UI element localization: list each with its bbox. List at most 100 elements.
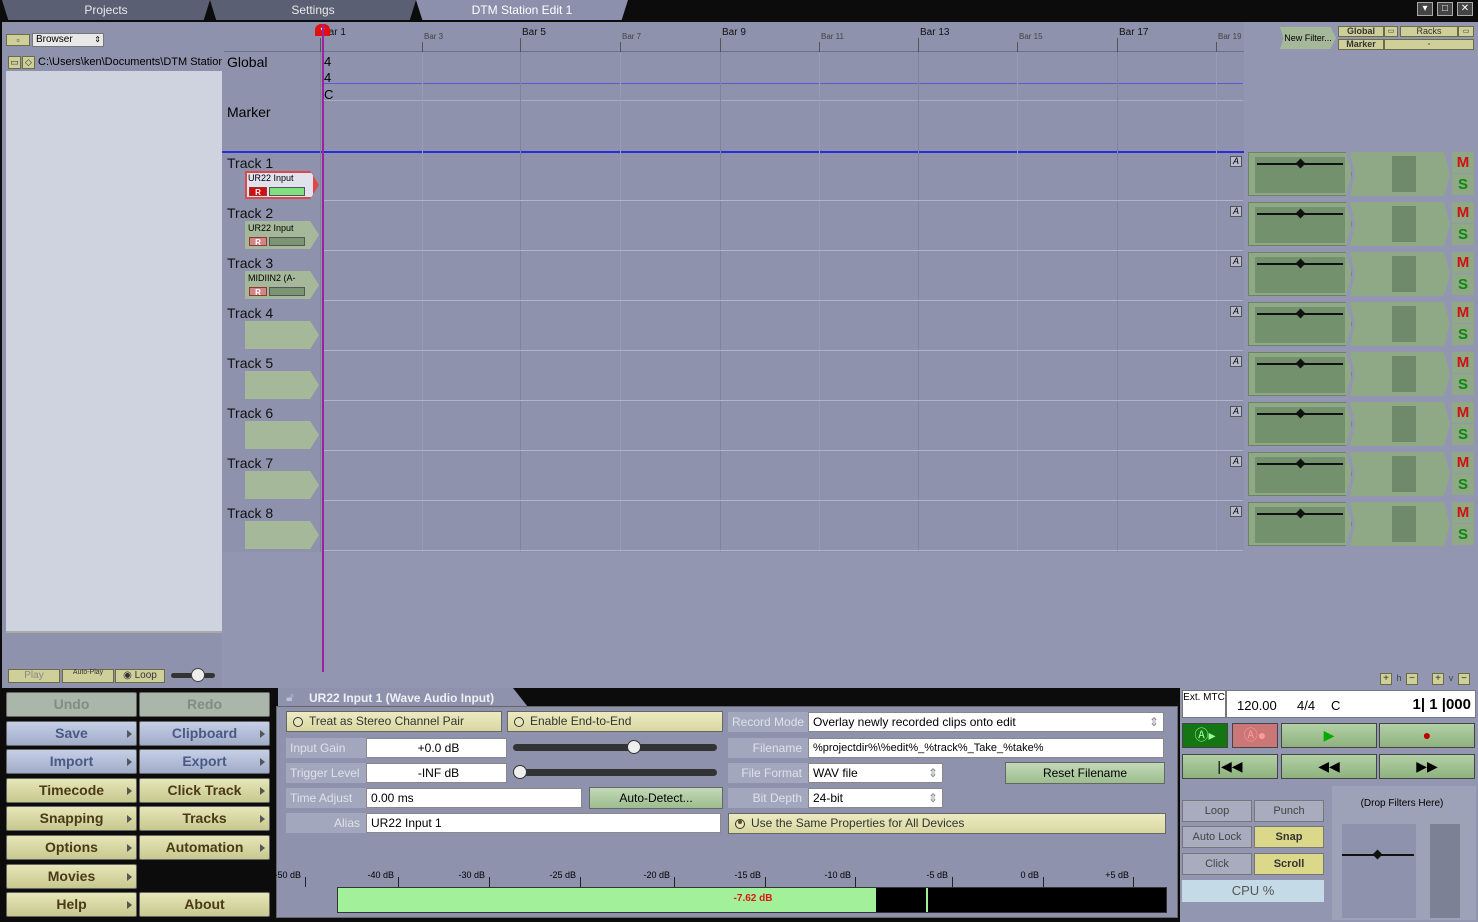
master-fader[interactable]	[1342, 824, 1416, 918]
input-gain-slider[interactable]	[513, 744, 717, 751]
volume-fader[interactable]	[1248, 202, 1352, 246]
browser-file-list[interactable]	[6, 71, 222, 631]
loop-toggle-button[interactable]: Loop	[1182, 800, 1252, 822]
rewind-to-start-icon[interactable]: |◀◀	[1182, 754, 1278, 779]
minimize-icon[interactable]: ▾	[1417, 2, 1433, 16]
redo-button[interactable]: Redo	[139, 692, 270, 717]
height-minus-button[interactable]: −	[1406, 673, 1418, 685]
file-format-select[interactable]: WAV file ⇕	[808, 763, 943, 783]
punch-toggle-button[interactable]: Punch	[1254, 800, 1324, 822]
track-input-selector[interactable]	[245, 471, 319, 499]
auto-lock-button[interactable]: Auto Lock	[1182, 826, 1252, 848]
solo-button[interactable]: S	[1452, 224, 1474, 245]
solo-button[interactable]: S	[1452, 174, 1474, 195]
mute-button[interactable]: M	[1452, 152, 1474, 173]
about-button[interactable]: About	[139, 892, 270, 918]
filename-field[interactable]: %projectdir%\%edit%_%track%_Take_%take%	[808, 738, 1164, 758]
new-filter-button[interactable]: New Filter...	[1280, 27, 1336, 49]
auto-detect-button[interactable]: Auto-Detect...	[589, 787, 723, 809]
track-name[interactable]: Track 1	[227, 155, 273, 171]
mute-button[interactable]: M	[1452, 502, 1474, 523]
empty-track-area[interactable]	[222, 552, 1478, 688]
playhead-line[interactable]	[322, 24, 324, 672]
import-button[interactable]: Import	[6, 749, 137, 775]
time-adjust-field[interactable]: 0.00 ms	[366, 788, 582, 808]
help-button[interactable]: Help	[6, 892, 137, 918]
trigger-level-knob[interactable]	[513, 765, 527, 779]
save-button[interactable]: Save	[6, 720, 137, 746]
solo-button[interactable]: S	[1452, 474, 1474, 495]
track-name[interactable]: Track 7	[227, 455, 273, 471]
timesig-display[interactable]: 4/4	[1297, 698, 1315, 713]
automation-icon[interactable]: A	[1230, 206, 1242, 217]
alias-field[interactable]: UR22 Input 1	[366, 813, 721, 833]
pan-control[interactable]	[1350, 152, 1450, 196]
automation-icon[interactable]: A	[1230, 256, 1242, 267]
same-properties-checkbox[interactable]: Use the Same Properties for All Devices	[728, 813, 1166, 834]
automation-button[interactable]: Automation	[139, 835, 270, 860]
browser-dropdown[interactable]: Browser ⇕	[32, 33, 104, 47]
tracks-button[interactable]: Tracks	[139, 806, 270, 832]
track-name[interactable]: Track 2	[227, 205, 273, 221]
click-toggle-button[interactable]: Click	[1182, 853, 1252, 875]
trigger-level-field[interactable]: -INF dB	[366, 763, 507, 783]
volume-fader[interactable]	[1248, 402, 1352, 446]
automation-icon[interactable]: A	[1230, 406, 1242, 417]
clipboard-button[interactable]: Clipboard	[139, 720, 270, 746]
lock-icon[interactable]: 🔓︎	[286, 690, 294, 705]
loop-button[interactable]: ◉ Loop	[115, 669, 165, 683]
ext-mtc-button[interactable]: Ext. MTC	[1182, 690, 1226, 718]
pan-control[interactable]	[1350, 352, 1450, 396]
browser-toggle-button[interactable]: ▫	[6, 34, 30, 46]
undo-button[interactable]: Undo	[6, 692, 137, 717]
volume-fader[interactable]	[1248, 152, 1352, 196]
rewind-icon[interactable]: ◀◀	[1281, 754, 1377, 779]
solo-button[interactable]: S	[1452, 274, 1474, 295]
maximize-icon[interactable]: □	[1437, 2, 1453, 16]
options-button[interactable]: Options	[6, 835, 137, 860]
reset-filename-button[interactable]: Reset Filename	[1005, 762, 1165, 784]
mute-button[interactable]: M	[1452, 202, 1474, 223]
vzoom-plus-button[interactable]: +	[1432, 673, 1444, 685]
volume-fader[interactable]	[1248, 302, 1352, 346]
volume-fader[interactable]	[1248, 502, 1352, 546]
volume-fader[interactable]	[1248, 252, 1352, 296]
automation-icon[interactable]: A	[1230, 156, 1242, 167]
automation-icon[interactable]: A	[1230, 306, 1242, 317]
volume-fader[interactable]	[1248, 352, 1352, 396]
record-icon[interactable]: ●	[1379, 723, 1475, 748]
mute-button[interactable]: M	[1452, 402, 1474, 423]
mute-button[interactable]: M	[1452, 352, 1474, 373]
position-display[interactable]: 1| 1 |000	[1413, 696, 1471, 713]
scroll-toggle-button[interactable]: Scroll	[1254, 853, 1324, 875]
tab-projects[interactable]: Projects	[2, 0, 210, 20]
track-input-selector[interactable]	[245, 421, 319, 449]
follow-mode-button[interactable]: Ⓐ▸	[1182, 723, 1228, 748]
volume-fader[interactable]	[1248, 452, 1352, 496]
automation-icon[interactable]: A	[1230, 456, 1242, 467]
folder-up-icon[interactable]: ▭	[8, 56, 21, 69]
timecode-button[interactable]: Timecode	[6, 777, 137, 803]
snapping-button[interactable]: Snapping	[6, 806, 137, 832]
pan-control[interactable]	[1350, 402, 1450, 446]
pan-control[interactable]	[1350, 302, 1450, 346]
solo-button[interactable]: S	[1452, 524, 1474, 545]
global-button[interactable]: Global	[1338, 26, 1384, 37]
input-gain-field[interactable]: +0.0 dB	[366, 738, 507, 758]
mute-button[interactable]: M	[1452, 452, 1474, 473]
play-icon[interactable]: ▶	[1281, 723, 1377, 748]
racks-toggle-icon[interactable]: ▭	[1458, 26, 1474, 37]
mute-button[interactable]: M	[1452, 252, 1474, 273]
master-filter-area[interactable]: (Drop Filters Here)	[1332, 786, 1476, 920]
export-button[interactable]: Export	[139, 749, 270, 775]
height-plus-button[interactable]: +	[1380, 673, 1392, 685]
pan-control[interactable]	[1350, 502, 1450, 546]
autoplay-button[interactable]: Auto-Play	[62, 669, 114, 683]
stereo-pair-checkbox[interactable]: Treat as Stereo Channel Pair	[286, 711, 502, 732]
fast-forward-icon[interactable]: ▶▶	[1379, 754, 1475, 779]
trigger-level-slider[interactable]	[513, 769, 717, 776]
end-to-end-checkbox[interactable]: Enable End-to-End	[507, 711, 723, 732]
pan-control[interactable]	[1350, 252, 1450, 296]
close-icon[interactable]: ✕	[1457, 2, 1473, 16]
record-arm-button[interactable]: R	[249, 287, 267, 297]
